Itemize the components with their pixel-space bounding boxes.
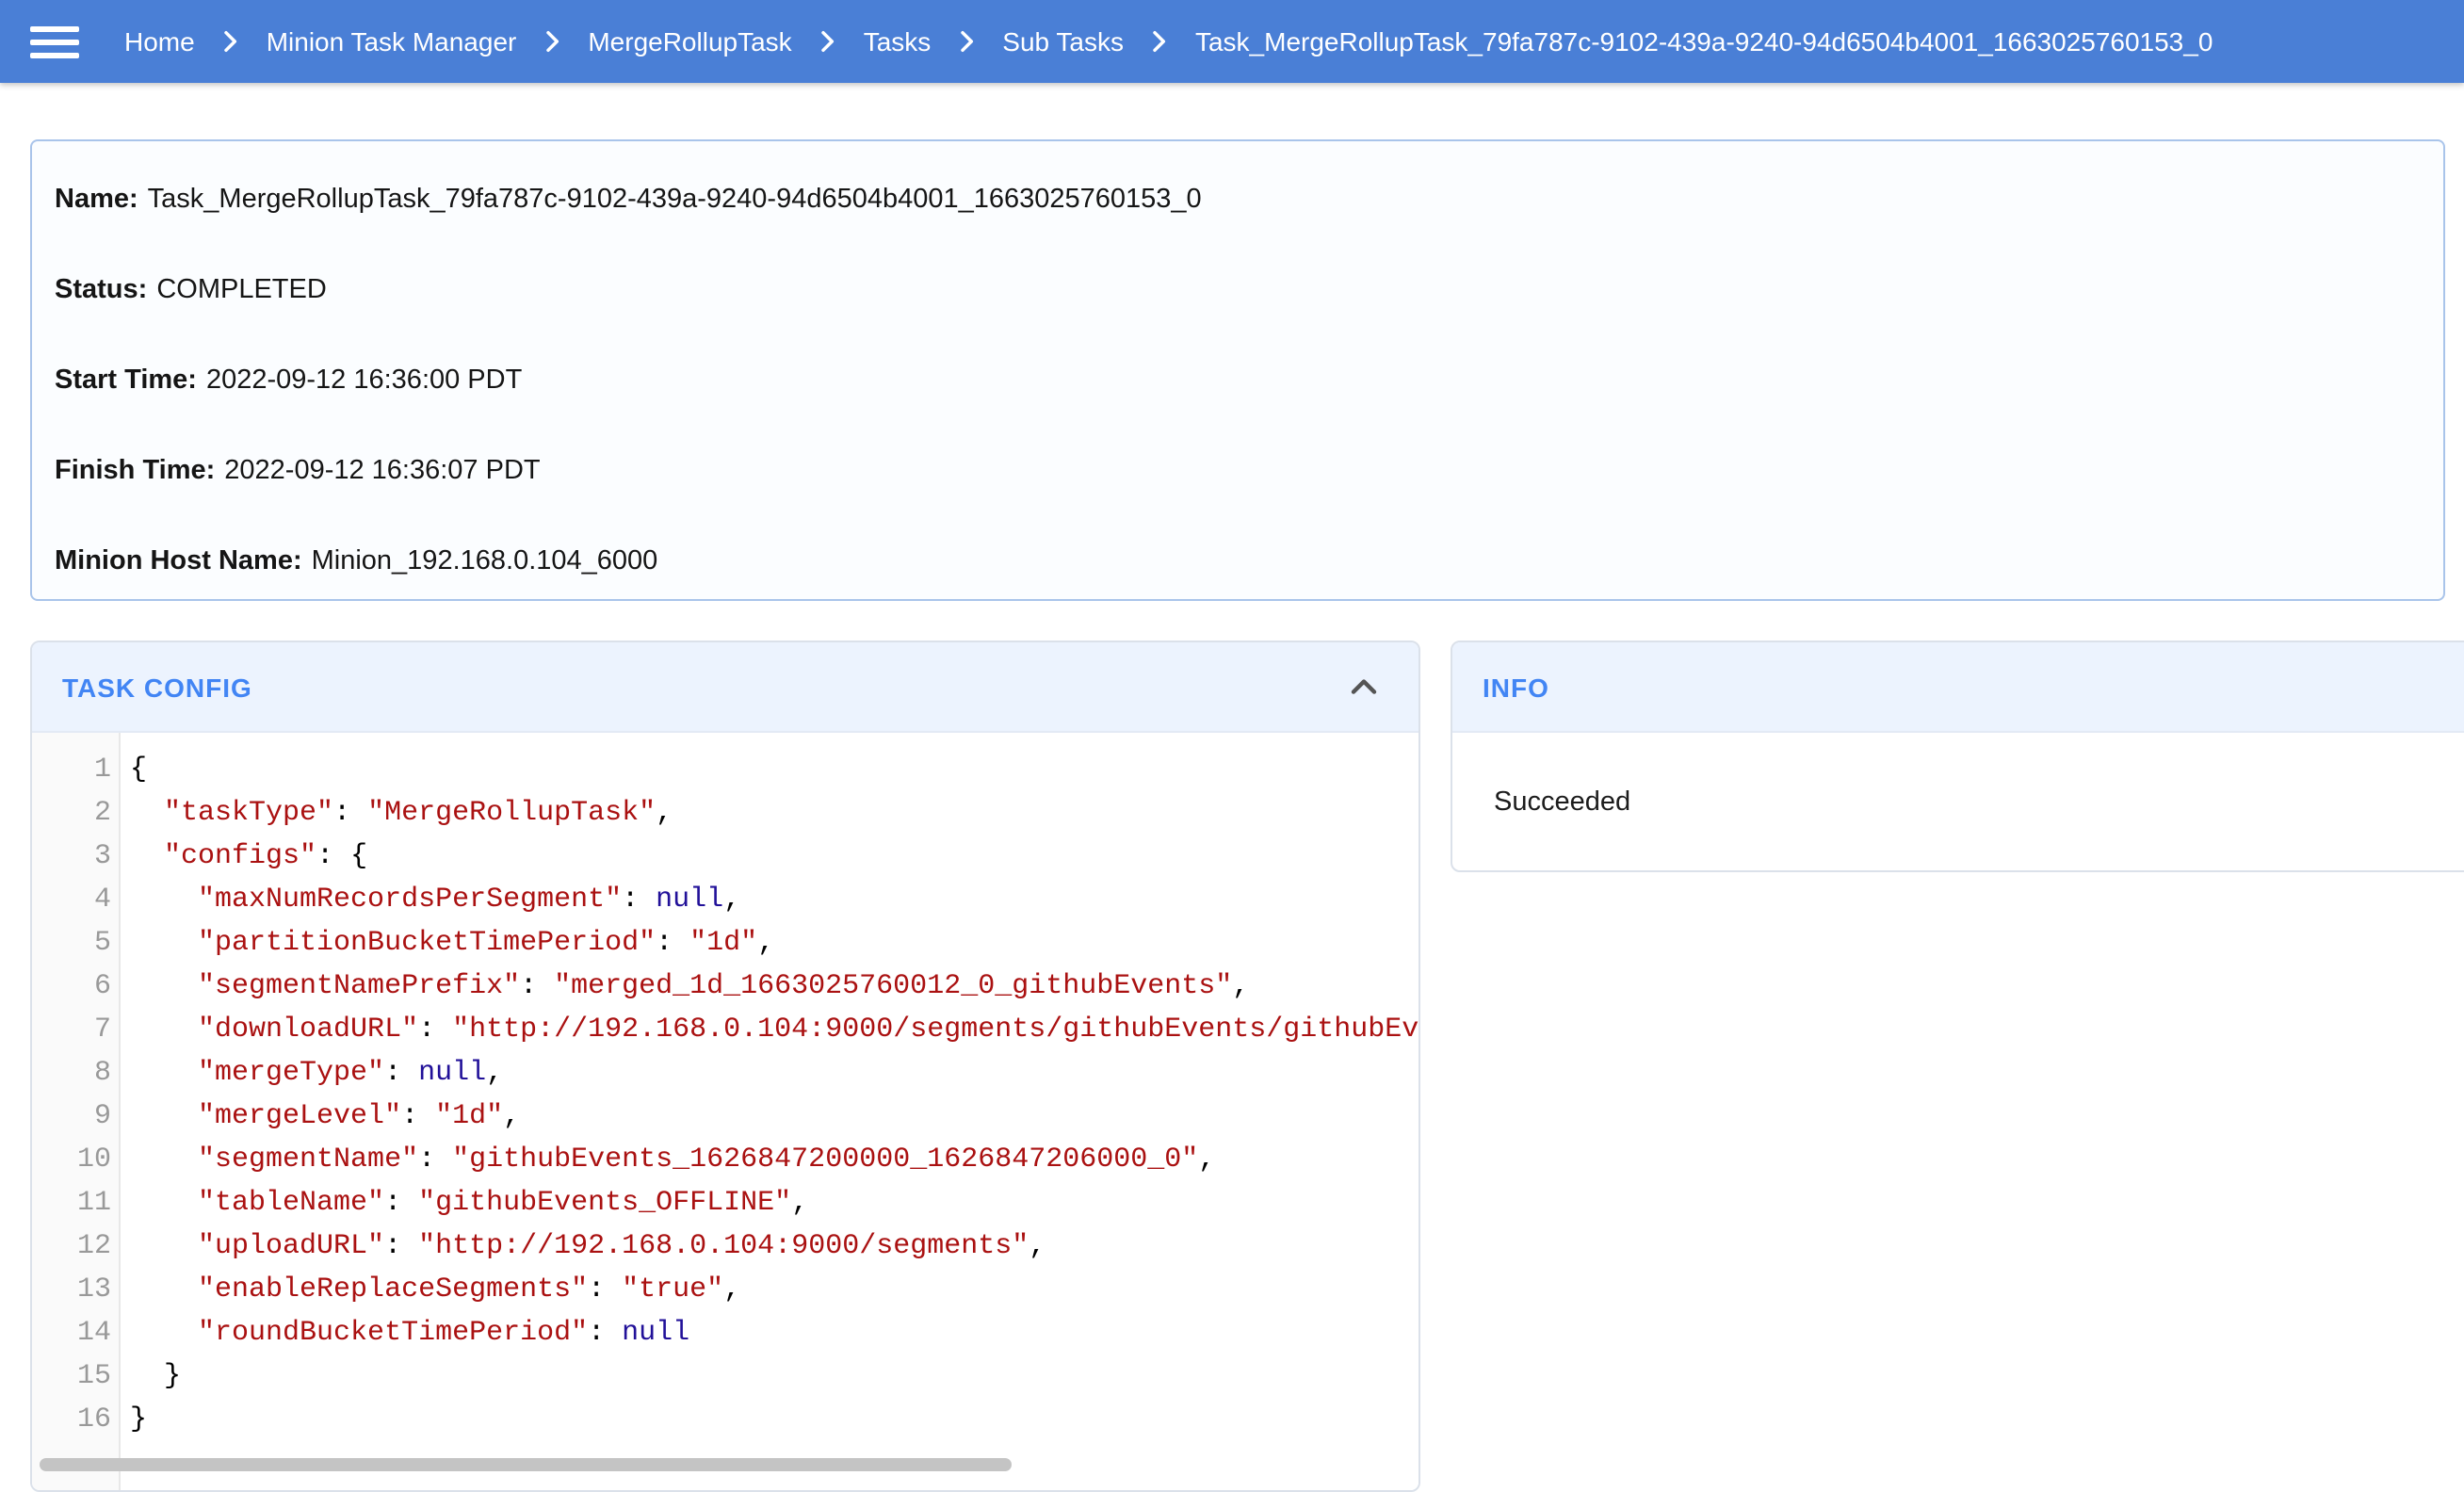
line-number: 1 [32,748,111,791]
detail-label: Start Time: [55,365,197,396]
detail-row: Minion Host Name: Minion_192.168.0.104_60… [55,543,2421,580]
code-lines: { "taskType": "MergeRollupTask", "config… [121,733,1418,1490]
line-number: 8 [32,1051,111,1095]
task-config-header: TASK CONFIG [32,642,1418,733]
breadcrumb-item: Task_MergeRollupTask_79fa787c-9102-439a-… [1195,26,2213,57]
line-number: 6 [32,965,111,1008]
code-line: } [130,1354,1418,1398]
app-bar: Home Minion Task Manager MergeRollupTask Ta… [0,0,2464,83]
code-line: "downloadURL": "http://192.168.0.104:900… [130,1008,1418,1051]
chevron-right-icon [537,26,567,57]
task-config-panel: TASK CONFIG 12345678910111213141516 { "t… [30,641,1420,1492]
code-editor[interactable]: 12345678910111213141516 { "taskType": "M… [32,733,1418,1490]
info-panel: INFO Succeeded [1451,641,2464,872]
chevron-up-icon [1343,666,1385,707]
chevron-right-icon [1144,26,1175,57]
chevron-right-icon [216,26,246,57]
detail-label: Finish Time: [55,456,215,486]
detail-value: Task_MergeRollupTask_79fa787c-9102-439a-… [148,185,1202,215]
detail-value: COMPLETED [156,275,327,305]
hamburger-menu-icon [30,25,79,57]
detail-value: Minion_192.168.0.104_6000 [312,546,658,576]
line-number: 16 [32,1398,111,1441]
info-header: INFO [1452,642,2464,733]
detail-row: Name: Task_MergeRollupTask_79fa787c-9102-… [55,181,2421,219]
line-number: 3 [32,835,111,878]
detail-label: Minion Host Name: [55,546,302,576]
task-config-title: TASK CONFIG [62,672,252,702]
code-line: "partitionBucketTimePeriod": "1d", [130,921,1418,965]
breadcrumb-item[interactable]: MergeRollupTask [588,26,791,57]
line-number: 12 [32,1224,111,1268]
menu-button[interactable] [26,22,83,61]
horizontal-scrollbar-thumb[interactable] [40,1458,1012,1471]
line-number: 11 [32,1181,111,1224]
line-number: 15 [32,1354,111,1398]
code-line: "roundBucketTimePeriod": null [130,1311,1418,1354]
code-line: "mergeType": null, [130,1051,1418,1095]
task-details-card: Name: Task_MergeRollupTask_79fa787c-9102-… [30,139,2445,601]
line-number: 4 [32,878,111,921]
code-line: "configs": { [130,835,1418,878]
code-line: "segmentNamePrefix": "merged_1d_16630257… [130,965,1418,1008]
code-line: "taskType": "MergeRollupTask", [130,791,1418,835]
info-content: Succeeded [1452,733,2464,872]
code-line: "enableReplaceSegments": "true", [130,1268,1418,1311]
detail-value: 2022-09-12 16:36:07 PDT [224,456,540,486]
breadcrumb-item[interactable]: Home [124,26,195,57]
code-line: { [130,748,1418,791]
breadcrumb: Home Minion Task Manager MergeRollupTask Ta… [124,26,2213,57]
breadcrumb-item[interactable]: Tasks [864,26,932,57]
collapse-button[interactable] [1339,662,1388,711]
info-status: Succeeded [1494,787,1630,818]
page: Home Minion Task Manager MergeRollupTask Ta… [0,0,2464,1468]
line-number: 13 [32,1268,111,1311]
breadcrumb-item[interactable]: Sub Tasks [1002,26,1124,57]
line-number: 7 [32,1008,111,1051]
detail-label: Name: [55,185,138,215]
line-number: 5 [32,921,111,965]
code-line: "segmentName": "githubEvents_16268472000… [130,1138,1418,1181]
line-number: 14 [32,1311,111,1354]
detail-row: Finish Time: 2022-09-12 16:36:07 PDT [55,452,2421,490]
detail-value: 2022-09-12 16:36:00 PDT [206,365,522,396]
chevron-right-icon [951,26,981,57]
line-number: 10 [32,1138,111,1181]
line-number: 9 [32,1095,111,1138]
code-line: "mergeLevel": "1d", [130,1095,1418,1138]
detail-row: Status: COMPLETED [55,271,2421,309]
code-line: "tableName": "githubEvents_OFFLINE", [130,1181,1418,1224]
detail-row: Start Time: 2022-09-12 16:36:00 PDT [55,362,2421,399]
code-line: "uploadURL": "http://192.168.0.104:9000/… [130,1224,1418,1268]
panels-row: TASK CONFIG 12345678910111213141516 { "t… [30,641,2464,1492]
breadcrumb-item[interactable]: Minion Task Manager [267,26,517,57]
code-gutter: 12345678910111213141516 [32,733,121,1490]
code-line: "maxNumRecordsPerSegment": null, [130,878,1418,921]
chevron-right-icon [813,26,843,57]
line-number: 2 [32,791,111,835]
detail-label: Status: [55,275,147,305]
code-line: } [130,1398,1418,1441]
info-title: INFO [1483,672,1549,702]
